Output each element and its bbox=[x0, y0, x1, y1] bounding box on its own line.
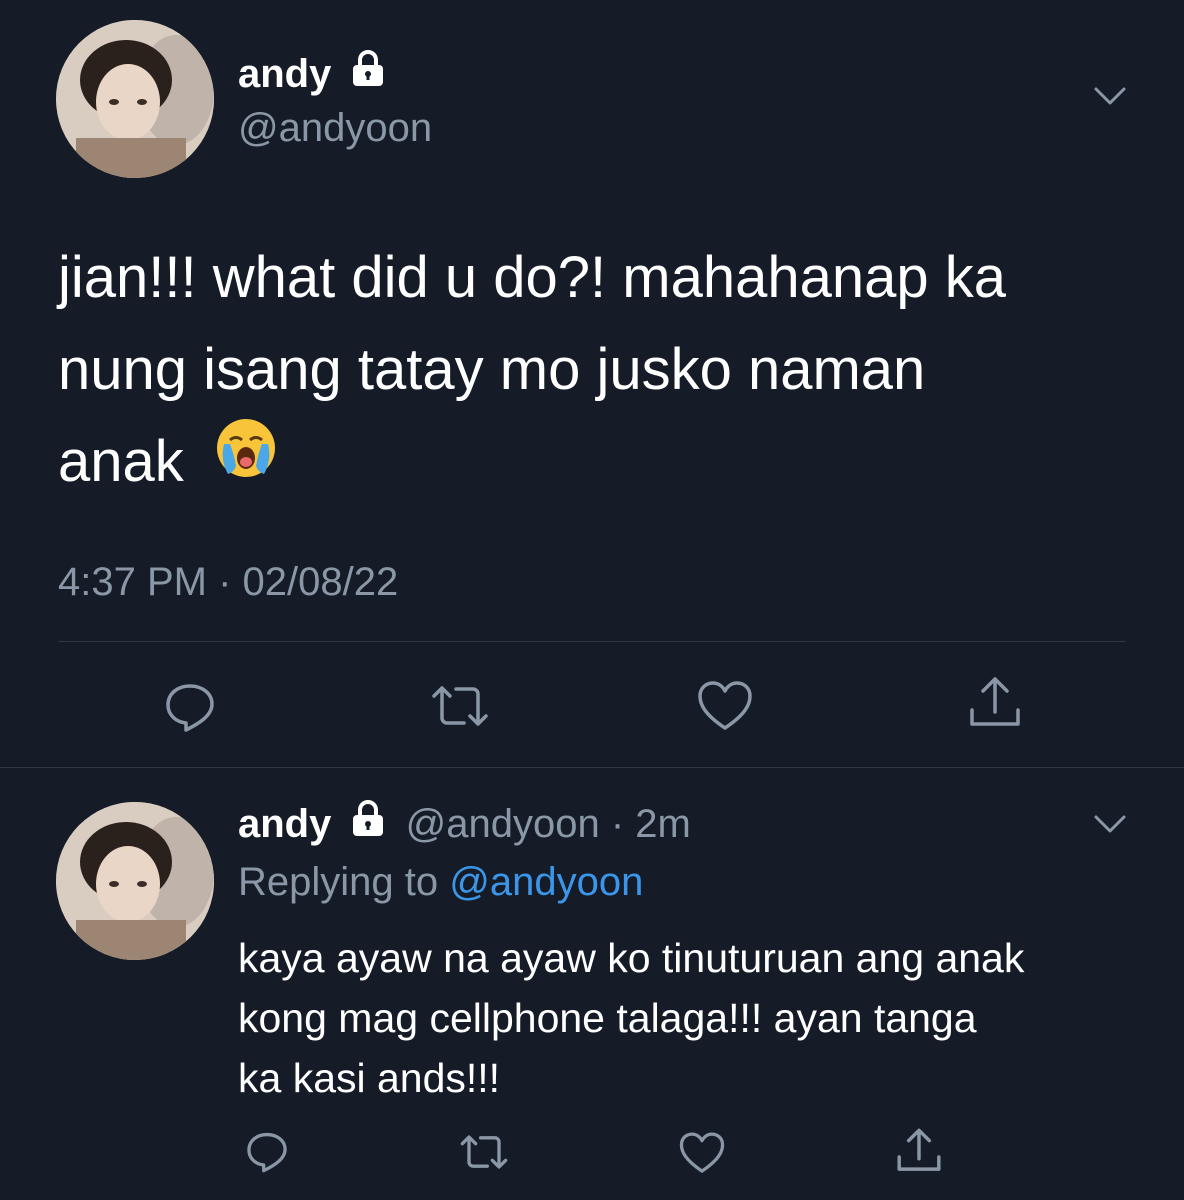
time-separator: · bbox=[610, 802, 625, 846]
tweet-timestamp[interactable]: 4:37 PM · 02/08/22 bbox=[58, 558, 398, 606]
replying-to-label: Replying to bbox=[238, 860, 439, 904]
share-icon[interactable] bbox=[966, 674, 1024, 737]
tweet-text-line: kong mag cellphone talaga!!! ayan tanga bbox=[238, 995, 977, 1041]
author-name[interactable]: andy bbox=[238, 52, 331, 96]
reply-icon[interactable] bbox=[162, 678, 218, 739]
tweet-separator bbox=[0, 767, 1184, 768]
replying-to-line: Replying to @andyoon bbox=[238, 858, 643, 906]
author-handle[interactable]: @andyoon bbox=[238, 104, 432, 152]
loudly-crying-face-icon bbox=[214, 415, 278, 507]
share-icon[interactable] bbox=[894, 1126, 944, 1181]
tweet-text-line: anak bbox=[58, 429, 184, 494]
retweet-icon[interactable] bbox=[454, 1130, 514, 1179]
like-icon[interactable] bbox=[696, 678, 754, 739]
tweet-text-line: nung isang tatay mo jusko naman bbox=[58, 337, 926, 402]
author-row: andy bbox=[238, 50, 388, 99]
like-icon[interactable] bbox=[678, 1130, 726, 1181]
avatar[interactable] bbox=[56, 20, 214, 178]
divider bbox=[58, 641, 1126, 642]
avatar[interactable] bbox=[56, 802, 214, 960]
author-handle[interactable]: @andyoon bbox=[406, 802, 600, 846]
tweet-text-line: kaya ayaw na ayaw ko tinuturuan ang anak bbox=[238, 935, 1025, 981]
author-name[interactable]: andy bbox=[238, 802, 331, 846]
tweet-text: jian!!! what did u do?! mahahanap ka nun… bbox=[58, 232, 1158, 508]
tweet-text-line-last: anak bbox=[58, 416, 1158, 508]
reply-icon[interactable] bbox=[244, 1128, 290, 1179]
lock-icon bbox=[348, 48, 388, 99]
tweet-time[interactable]: 2m bbox=[635, 802, 691, 846]
tweet-text-line: jian!!! what did u do?! mahahanap ka bbox=[58, 245, 1006, 310]
reply-text: kaya ayaw na ayaw ko tinuturuan ang anak… bbox=[238, 928, 1168, 1108]
tweet-text-line: ka kasi ands!!! bbox=[238, 1055, 501, 1101]
chevron-down-icon[interactable] bbox=[1092, 812, 1128, 841]
lock-icon bbox=[348, 798, 388, 849]
chevron-down-icon[interactable] bbox=[1092, 84, 1128, 113]
retweet-icon[interactable] bbox=[424, 680, 496, 737]
reply-header: andy @andyoon · 2m bbox=[238, 800, 691, 849]
replying-to-handle[interactable]: @andyoon bbox=[449, 860, 643, 904]
